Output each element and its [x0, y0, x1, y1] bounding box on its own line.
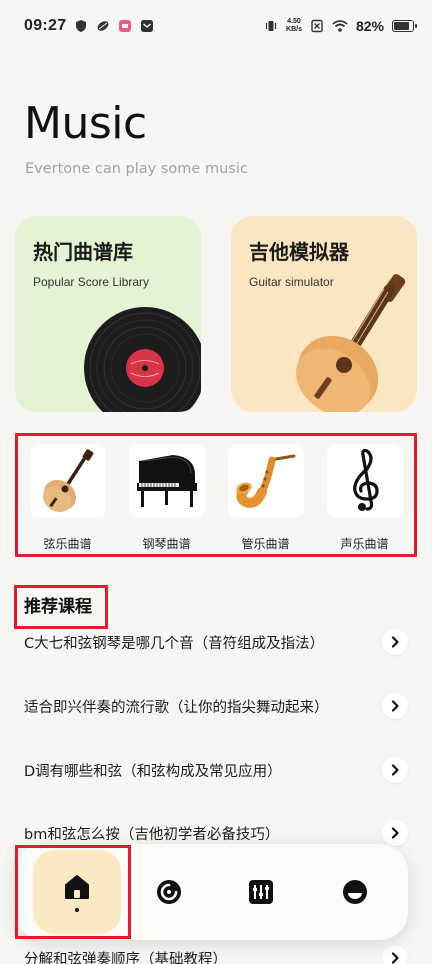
category-row: 弦乐曲谱 钢琴曲谱 管乐曲谱 声乐曲谱	[15, 433, 417, 557]
guitar-icon	[42, 449, 93, 513]
card-title: 吉他模拟器	[249, 240, 349, 264]
vinyl-record-icon	[84, 307, 201, 412]
category-strings[interactable]: 弦乐曲谱	[24, 444, 112, 552]
shield-icon	[76, 20, 87, 32]
nav-mixer[interactable]	[218, 844, 304, 940]
app-notification-icon	[119, 20, 132, 32]
course-item[interactable]: C大七和弦钢琴是哪几个音（音符组成及指法）	[0, 622, 432, 662]
category-label: 弦乐曲谱	[43, 537, 92, 551]
network-speed: 4.50 KB/s	[286, 18, 302, 33]
battery-icon	[392, 20, 417, 32]
treble-clef-icon	[352, 449, 379, 511]
page-subtitle: Evertone can play some music	[25, 161, 248, 177]
course-item[interactable]: D调有哪些和弦（和弦构成及常见应用）	[0, 750, 432, 790]
nav-records[interactable]	[126, 844, 212, 940]
chevron-right-icon[interactable]	[382, 945, 408, 964]
nav-profile[interactable]	[312, 844, 398, 940]
ukulele-icon	[295, 274, 406, 412]
chevron-right-icon[interactable]	[382, 757, 408, 783]
leaf-icon	[97, 21, 109, 31]
guitar-simulator-card[interactable]: 吉他模拟器 Guitar simulator	[231, 216, 417, 412]
wifi-icon	[332, 20, 348, 32]
chevron-right-icon[interactable]	[382, 693, 408, 719]
category-label: 钢琴曲谱	[142, 537, 191, 551]
section-title: 推荐课程	[24, 597, 92, 617]
mixer-icon	[249, 880, 273, 904]
category-piano[interactable]: 钢琴曲谱	[123, 444, 211, 552]
course-title: 分解和弦弹奏顺序（基础教程）	[24, 951, 227, 964]
course-title: 适合即兴伴奏的流行歌（让你的指尖舞动起来）	[24, 699, 329, 716]
battery-percent: 82%	[355, 18, 384, 34]
grand-piano-icon	[136, 455, 197, 507]
course-item[interactable]: 适合即兴伴奏的流行歌（让你的指尖舞动起来）	[0, 686, 432, 726]
sim-disabled-icon	[311, 19, 323, 33]
status-bar: 09:27 4.50 KB/s 82%	[0, 0, 432, 52]
saxophone-icon	[235, 454, 295, 508]
profile-icon	[343, 880, 367, 904]
nav-highlight	[15, 845, 131, 939]
course-title: bm和弦怎么按（吉他初学者必备技巧）	[24, 826, 280, 843]
card-subtitle: Popular Score Library	[33, 275, 150, 289]
course-item[interactable]: 分解和弦弹奏顺序（基础教程）	[0, 938, 432, 964]
vibrate-icon	[265, 21, 277, 31]
category-label: 管乐曲谱	[241, 537, 290, 551]
category-label: 声乐曲谱	[340, 537, 389, 551]
clock: 09:27	[24, 17, 67, 34]
popular-score-library-card[interactable]: 热门曲谱库 Popular Score Library	[15, 216, 201, 412]
category-wind[interactable]: 管乐曲谱	[222, 444, 310, 552]
chevron-right-icon[interactable]	[382, 820, 408, 846]
battery-fill	[394, 22, 409, 30]
course-title: D调有哪些和弦（和弦构成及常见应用）	[24, 763, 282, 780]
chevron-right-icon[interactable]	[382, 629, 408, 655]
course-title: C大七和弦钢琴是哪几个音（音符组成及指法）	[24, 635, 325, 652]
page-title: Music	[24, 98, 147, 149]
category-vocal[interactable]: 声乐曲谱	[321, 444, 409, 552]
mail-icon	[141, 20, 154, 32]
card-title: 热门曲谱库	[33, 240, 133, 264]
record-icon	[157, 880, 181, 904]
